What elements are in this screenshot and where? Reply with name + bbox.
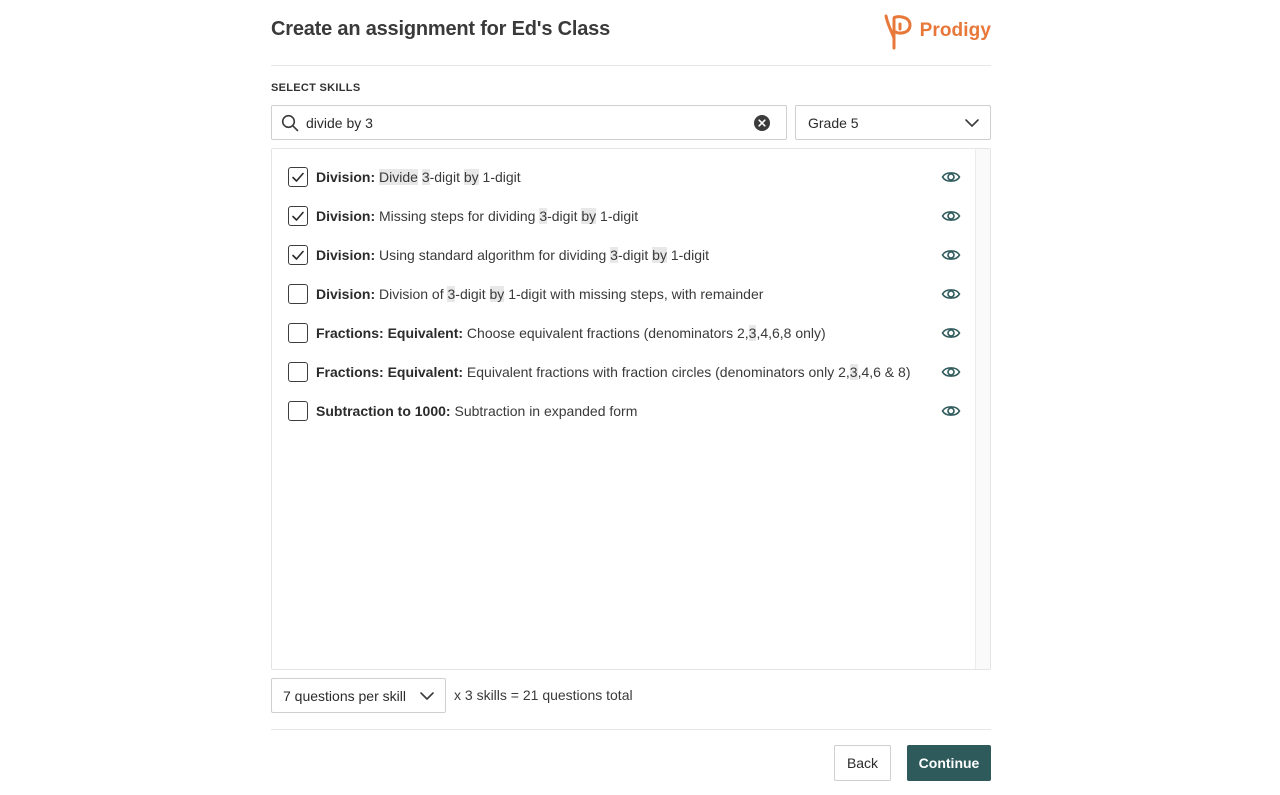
skill-checkbox[interactable]	[288, 362, 308, 382]
skill-text-part: -digit	[455, 286, 490, 302]
skill-label: Division: Division of 3-digit by 1-digit…	[316, 286, 763, 302]
search-highlight: by	[463, 169, 479, 185]
divider	[271, 729, 991, 730]
skill-row[interactable]: Fractions: Equivalent: Choose equivalent…	[288, 321, 968, 345]
back-button[interactable]: Back	[834, 745, 891, 781]
skill-label: Division: Using standard algorithm for d…	[316, 247, 709, 263]
skill-category: Division:	[316, 208, 376, 224]
search-highlight: by	[581, 208, 597, 224]
grade-selected-value: Grade 5	[808, 115, 859, 131]
skill-text-part: -digit	[429, 169, 464, 185]
skill-text-part: -digit	[547, 208, 582, 224]
skill-row[interactable]: Division: Using standard algorithm for d…	[288, 243, 968, 267]
continue-button[interactable]: Continue	[907, 745, 991, 781]
eye-icon[interactable]	[941, 207, 961, 225]
skill-row[interactable]: Division: Missing steps for dividing 3-d…	[288, 204, 968, 228]
check-icon	[292, 211, 304, 221]
skill-checkbox[interactable]	[288, 401, 308, 421]
eye-icon[interactable]	[941, 402, 961, 420]
skill-checkbox[interactable]	[288, 245, 308, 265]
questions-per-skill-value: 7 questions per skill	[283, 688, 406, 704]
search-highlight: by	[652, 247, 667, 263]
scrollbar[interactable]	[975, 149, 990, 669]
skill-label: Subtraction to 1000: Subtraction in expa…	[316, 403, 637, 419]
skill-checkbox[interactable]	[288, 167, 308, 187]
chevron-down-icon	[420, 692, 434, 700]
skill-label: Fractions: Equivalent: Equivalent fracti…	[316, 364, 910, 380]
skill-category: Subtraction to 1000:	[316, 403, 451, 419]
search-input[interactable]	[306, 113, 746, 133]
eye-icon[interactable]	[941, 285, 961, 303]
questions-per-skill-select[interactable]: 7 questions per skill	[271, 678, 446, 713]
skill-text-part: 1-digit	[596, 208, 639, 224]
skill-row[interactable]: Division: Divide 3-digit by 1-digit	[288, 165, 968, 189]
skill-category: Fractions: Equivalent:	[316, 325, 464, 341]
skill-text-part: Using standard algorithm for dividing	[379, 247, 611, 263]
prodigy-p-icon	[884, 14, 912, 50]
search-highlight: by	[489, 286, 505, 302]
grade-select[interactable]: Grade 5	[795, 105, 991, 140]
skill-text-part: 1-digit with missing steps, with remaind…	[504, 286, 764, 302]
skill-label: Division: Divide 3-digit by 1-digit	[316, 169, 521, 185]
dialog-header: Create an assignment for Ed's Class Prod…	[271, 0, 991, 66]
chevron-down-icon	[965, 119, 979, 127]
skills-list: Division: Divide 3-digit by 1-digit Divis…	[271, 148, 991, 670]
search-highlight: Divide	[379, 169, 418, 185]
skill-checkbox[interactable]	[288, 323, 308, 343]
skill-text-part: ,4,6 & 8)	[857, 364, 911, 380]
page-title: Create an assignment for Ed's Class	[271, 18, 610, 40]
clear-search-icon[interactable]	[754, 115, 770, 131]
search-highlight: 3	[610, 247, 618, 263]
prodigy-logo: Prodigy	[880, 12, 991, 50]
questions-total-text: x 3 skills = 21 questions total	[454, 687, 633, 703]
eye-icon[interactable]	[941, 168, 961, 186]
eye-icon[interactable]	[941, 246, 961, 264]
skill-label: Division: Missing steps for dividing 3-d…	[316, 208, 638, 224]
skill-text-part: 1-digit	[666, 247, 709, 263]
skill-text-part: -digit	[617, 247, 653, 263]
search-icon	[281, 114, 299, 132]
skill-checkbox[interactable]	[288, 284, 308, 304]
skill-text-part: Choose equivalent fractions (denominator…	[466, 325, 749, 341]
skill-category: Division:	[316, 169, 376, 185]
skill-text-part: Equivalent fractions with fraction circl…	[466, 364, 850, 380]
skill-text-part: Division of	[379, 286, 448, 302]
skill-category: Division:	[316, 286, 376, 302]
skill-label: Fractions: Equivalent: Choose equivalent…	[316, 325, 826, 341]
section-label: SELECT SKILLS	[271, 82, 361, 94]
search-highlight: 3	[421, 169, 430, 185]
skill-category: Fractions: Equivalent:	[316, 364, 464, 380]
assignment-dialog: Create an assignment for Ed's Class Prod…	[271, 0, 991, 795]
skill-text-part: ,4,6,8 only)	[756, 325, 826, 341]
skill-checkbox[interactable]	[288, 206, 308, 226]
logo-text: Prodigy	[919, 20, 991, 41]
eye-icon[interactable]	[941, 324, 961, 342]
skill-search-box[interactable]	[271, 105, 787, 140]
eye-icon[interactable]	[941, 363, 961, 381]
search-highlight: 3	[539, 208, 548, 224]
skill-category: Division:	[316, 247, 376, 263]
search-highlight: 3	[849, 364, 858, 380]
skill-text-part: Subtraction in expanded form	[454, 403, 638, 419]
skill-row[interactable]: Subtraction to 1000: Subtraction in expa…	[288, 399, 968, 423]
skill-text-part: 1-digit	[478, 169, 521, 185]
check-icon	[292, 250, 304, 260]
skill-row[interactable]: Fractions: Equivalent: Equivalent fracti…	[288, 360, 968, 384]
skill-text-part: Missing steps for dividing	[379, 208, 540, 224]
skill-row[interactable]: Division: Division of 3-digit by 1-digit…	[288, 282, 968, 306]
check-icon	[292, 172, 304, 182]
